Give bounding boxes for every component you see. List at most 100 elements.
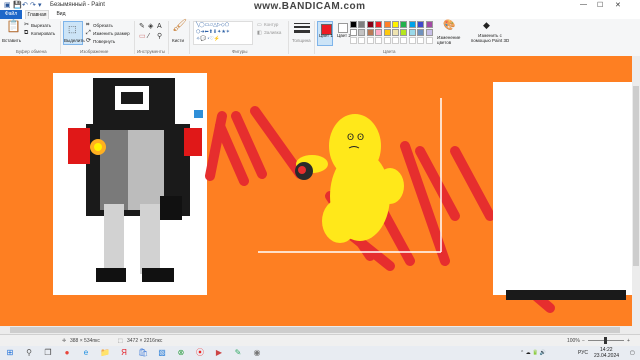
tab-file[interactable]: Файл [0,10,22,19]
palette-swatch[interactable] [350,21,357,28]
palette-swatch[interactable] [366,29,374,36]
notifications-icon[interactable]: ▢ [630,350,635,356]
zoom-level: 100% [567,338,580,344]
custom-color-slot[interactable] [366,37,374,44]
custom-color-slot[interactable] [408,37,416,44]
start-icon[interactable]: ⊞ [5,348,15,358]
tray-icons[interactable]: ⌃ ☁ 🔋 🔊 [520,350,546,356]
zoom-in-icon[interactable]: + [627,338,630,344]
palette-swatch[interactable] [358,29,366,36]
custom-color-slot[interactable] [425,37,433,44]
custom-color-slot[interactable] [350,37,357,44]
maximize-icon[interactable]: ☐ [597,1,603,9]
copy-button[interactable]: Копировать [31,31,55,36]
palette-swatch[interactable] [400,21,408,28]
canvas[interactable]: ʘ ʘ [0,56,632,334]
crop-button[interactable]: Обрезать [93,23,113,28]
palette-swatch[interactable] [392,29,399,36]
size-icon[interactable] [294,23,310,35]
rotate-icon[interactable]: ⟳ [86,38,91,45]
media-icon[interactable]: ▶ [214,348,224,358]
palette-swatch[interactable] [383,21,391,28]
custom-color-slot[interactable] [417,37,425,44]
fill-icon[interactable]: ◈ [148,23,153,30]
palette-swatch[interactable] [425,21,433,28]
custom-color-slot[interactable] [392,37,399,44]
resize-button[interactable]: Изменить размер [93,31,130,36]
crop-icon[interactable]: ⌗ [86,22,89,29]
camera-icon[interactable]: ◉ [252,348,262,358]
clock-date[interactable]: 23.04.2024 [594,353,619,359]
outline-icon[interactable]: ▭ [257,22,262,29]
resize-icon[interactable]: ⤢ [86,30,91,37]
clipboard-group-label: Буфер обмена [16,49,47,54]
photos-icon[interactable]: ▧ [157,348,167,358]
store-icon[interactable]: 🛍 [138,348,148,358]
customize-qa-icon[interactable]: ▾ [38,1,42,9]
palette-swatch[interactable] [375,29,383,36]
custom-color-slot[interactable] [400,37,408,44]
size-button[interactable]: Толщина [292,38,311,43]
custom-color-slot[interactable] [375,37,383,44]
white-area-right [493,82,632,295]
palette-swatch[interactable] [408,29,416,36]
shapes-gallery[interactable]: ╲◯▭▱△▷◇⬠ ⬡➜⬅⬆⬇✦★✶ ✧💬◔♡⚡ [193,21,253,45]
shapes-row-1-icon: ╲◯▭▱△▷◇⬠ [196,22,230,28]
cut-icon[interactable]: ✂ [24,22,29,29]
pencil-icon[interactable]: ✎ [139,23,145,30]
close-icon[interactable]: ✕ [615,1,621,9]
palette-swatch[interactable] [375,21,383,28]
color-picker-icon[interactable]: ⁄ [148,33,149,40]
redo-icon[interactable]: ↷ [30,1,36,9]
eraser-icon[interactable]: ▭ [139,33,146,40]
horizontal-scrollbar[interactable] [0,326,632,334]
undo-icon[interactable]: ↶ [22,1,28,9]
yandex-icon[interactable]: Я [119,348,129,358]
fill-shape-icon[interactable]: ◧ [257,30,262,37]
paint-icon[interactable]: ✎ [233,348,243,358]
paint3d-icon[interactable]: ◆ [483,21,490,30]
tab-home[interactable]: Главная [25,10,49,19]
edge-icon[interactable]: e [81,348,91,358]
palette-swatch[interactable] [358,21,366,28]
text-icon[interactable]: A [157,23,162,30]
zoom-slider-thumb[interactable] [604,337,607,344]
paste-icon[interactable]: 📋 [6,20,21,32]
magnifier-icon[interactable]: ⚲ [157,33,162,40]
paint3d-button[interactable]: Изменить с помощью Paint 3D [470,33,510,43]
custom-color-slot[interactable] [358,37,366,44]
xbox-icon[interactable]: ⊗ [176,348,186,358]
cut-button[interactable]: Вырезать [31,23,51,28]
palette-swatch[interactable] [350,29,357,36]
color2-button[interactable] [338,23,348,33]
fill-button[interactable]: Заливка [264,30,281,35]
palette-swatch[interactable] [392,21,399,28]
rotate-button[interactable]: Повернуть [93,39,115,44]
custom-color-slot[interactable] [383,37,391,44]
task-view-icon[interactable]: ❐ [43,348,53,358]
language-indicator[interactable]: РУС [578,350,588,356]
tab-view[interactable]: Вид [52,10,70,19]
save-icon[interactable]: 💾 [13,1,22,9]
palette-swatch[interactable] [400,29,408,36]
palette-swatch[interactable] [366,21,374,28]
palette-swatch[interactable] [417,29,425,36]
outline-button[interactable]: Контур [264,22,278,27]
palette-swatch[interactable] [417,21,425,28]
brushes-icon[interactable]: 🖌 [172,19,187,31]
copy-icon[interactable]: ⧉ [24,30,28,37]
chrome-icon[interactable]: ● [62,348,72,358]
edit-colors-icon[interactable]: 🎨 [443,21,455,31]
palette-swatch[interactable] [383,29,391,36]
search-icon[interactable]: ⚲ [24,348,34,358]
palette-swatch[interactable] [425,29,433,36]
explorer-icon[interactable]: 📁 [100,348,110,358]
minimize-icon[interactable]: — [580,1,587,8]
zoom-out-icon[interactable]: − [582,338,585,344]
record-icon[interactable]: ⦿ [195,348,205,358]
paste-button[interactable]: Вставить [2,38,21,43]
brushes-button[interactable]: Кисти [172,38,184,43]
edit-colors-button[interactable]: Изменение цветов [437,35,463,45]
vertical-scrollbar[interactable] [632,56,640,334]
palette-swatch[interactable] [408,21,416,28]
